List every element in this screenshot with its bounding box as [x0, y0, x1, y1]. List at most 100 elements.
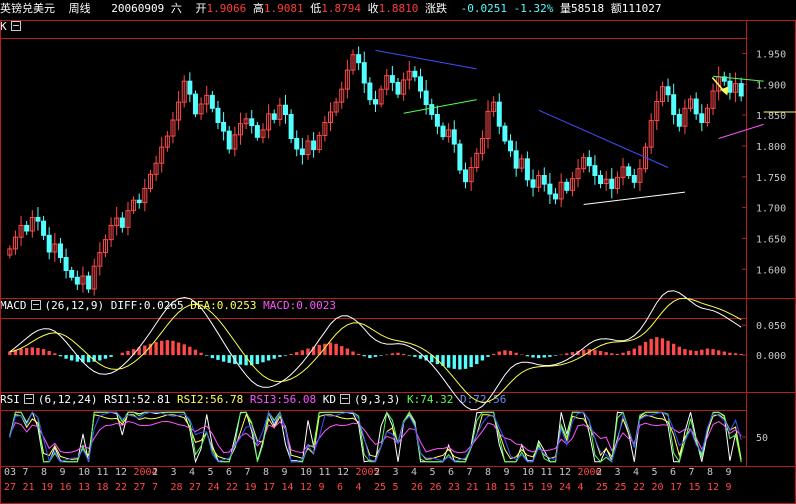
candle-down — [671, 94, 677, 115]
x-axis-day-label: 22 — [633, 482, 645, 493]
candle-down — [457, 143, 463, 171]
x-axis-day-label: 25 — [615, 482, 627, 493]
candle-down — [553, 193, 559, 200]
candle-down — [367, 82, 373, 101]
candle-down — [738, 83, 744, 97]
candle-down — [429, 104, 435, 115]
trend-line — [375, 49, 477, 70]
trend-line — [538, 109, 669, 168]
x-axis-month-label: 3 — [171, 467, 177, 478]
candle-down — [496, 101, 502, 127]
candle-down — [508, 140, 514, 152]
candle-down — [451, 129, 457, 145]
candle-down — [74, 276, 80, 285]
x-axis-day-label: 27 — [4, 482, 16, 493]
x-axis-month-label: 4 — [189, 467, 195, 478]
x-axis-day-label: 18 — [485, 482, 497, 493]
x-axis-day-label: 25 — [596, 482, 608, 493]
candle-down — [665, 86, 671, 96]
candle-down — [592, 165, 598, 177]
x-axis-month-label: 6 — [670, 467, 676, 478]
x-axis-month-label: 6 — [448, 467, 454, 478]
candle-down — [215, 107, 221, 123]
x-axis-day-label: 27 — [134, 482, 146, 493]
candle-down — [41, 220, 47, 236]
k-y-tick-label: 1.950 — [756, 49, 786, 60]
x-axis-month-label: 7 — [245, 467, 251, 478]
x-axis-month-label: 3 — [615, 467, 621, 478]
x-axis-month-label: 11 — [541, 467, 553, 478]
x-axis-day-label: 12 — [707, 482, 719, 493]
candle-down — [86, 275, 92, 290]
candle-down — [63, 257, 69, 271]
candle-down — [249, 118, 255, 127]
x-axis-month-label: 8 — [263, 467, 269, 478]
x-axis-day-label: 9 — [319, 482, 325, 493]
candle-down — [282, 104, 288, 115]
x-axis-month-label: 5 — [430, 467, 436, 478]
x-axis-month-label: 12 — [559, 467, 571, 478]
chart-canvas[interactable]: 1.950 1.900 1.850 1.800 1.750 1.700 1.650 1.600… — [0, 0, 796, 504]
candle-down — [395, 81, 401, 95]
x-axis-day-label: 19 — [41, 482, 53, 493]
candle-down — [24, 224, 30, 232]
x-axis-day-label: 24 — [559, 482, 571, 493]
macd-y-tick-label: 0.050 — [756, 321, 786, 332]
x-axis-month-label: 8 — [485, 467, 491, 478]
x-axis-day-label: 4 — [578, 482, 584, 493]
panel-frame-1 — [0, 298, 796, 393]
k-y-tick-label: 1.750 — [756, 173, 786, 184]
candle-down — [254, 125, 260, 138]
x-axis-day-label: 22 — [115, 482, 127, 493]
candle-down — [463, 169, 469, 183]
candle-down — [586, 157, 592, 167]
x-axis-day-label: 15 — [522, 482, 534, 493]
x-axis-day-label: 27 — [189, 482, 201, 493]
x-axis-month-label: 12 — [115, 467, 127, 478]
candle-down — [699, 113, 705, 123]
x-axis-day-label: 16 — [60, 482, 72, 493]
trend-line — [718, 123, 764, 139]
x-axis-day-label: 20 — [652, 482, 664, 493]
candle-down — [564, 181, 570, 191]
candle-down — [541, 175, 547, 185]
k-y-tick-label: 1.800 — [756, 142, 786, 153]
x-axis-day-label: 18 — [97, 482, 109, 493]
trend-line — [403, 99, 477, 114]
macd-y-tick-label: 0.000 — [756, 351, 786, 362]
x-axis-month-label: 9 — [60, 467, 66, 478]
x-axis-day-label: 17 — [263, 482, 275, 493]
candle-down — [209, 94, 215, 109]
x-axis-month-label: 7 — [23, 467, 29, 478]
x-axis-month-label: 10 — [300, 467, 312, 478]
candle-down — [530, 179, 536, 188]
x-axis-month-label: 7 — [467, 467, 473, 478]
x-axis-month-label: 9 — [726, 467, 732, 478]
macd-diff-line — [9, 290, 742, 411]
candle-down — [57, 243, 63, 259]
x-axis-month-label: 9 — [282, 467, 288, 478]
candle-down — [311, 140, 317, 151]
x-axis-month-label: 10 — [78, 467, 90, 478]
x-axis-day-label: 21 — [23, 482, 35, 493]
candle-down — [502, 125, 508, 142]
candle-down — [598, 175, 604, 185]
candle-down — [676, 113, 682, 127]
candle-down — [418, 76, 424, 92]
x-axis-day-label: 12 — [300, 482, 312, 493]
panel-frame-2 — [0, 392, 796, 467]
x-axis-month-label: 2 — [596, 467, 602, 478]
x-axis-day-label: 25 — [374, 482, 386, 493]
k-y-tick-label: 1.850 — [756, 111, 786, 122]
candle-down — [389, 75, 395, 83]
candle-down — [373, 99, 378, 105]
x-axis-month-label: 10 — [522, 467, 534, 478]
candle-down — [440, 125, 446, 138]
x-axis-month-label: 2 — [152, 467, 158, 478]
x-axis-day-label: 28 — [171, 482, 183, 493]
x-axis-day-label: 13 — [78, 482, 90, 493]
candle-down — [434, 113, 440, 127]
x-axis-day-label: 23 — [448, 482, 460, 493]
x-axis-day-label: 26 — [411, 482, 423, 493]
candle-down — [187, 80, 193, 95]
